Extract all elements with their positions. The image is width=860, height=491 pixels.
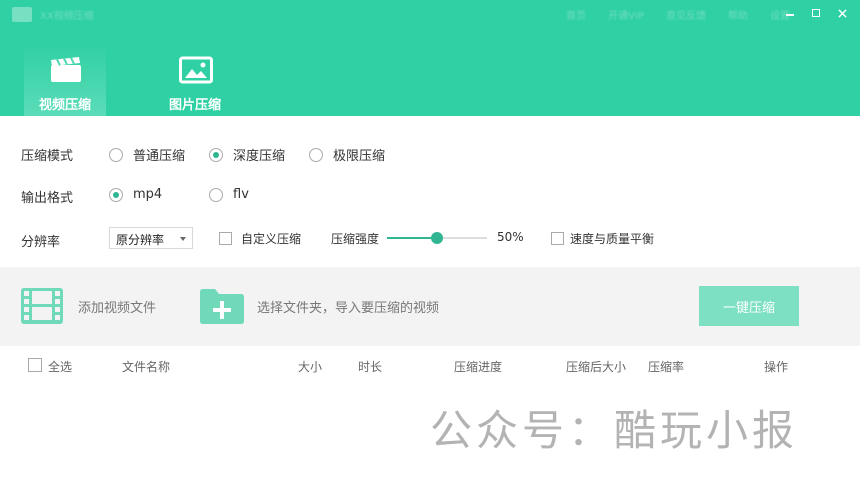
slider-fill <box>387 237 437 239</box>
tab-video-label: 视频压缩 <box>38 98 91 113</box>
resolution-label: 分辨率 <box>21 235 61 250</box>
radio-dot <box>209 187 223 202</box>
tab-video-compress[interactable]: 视频压缩 <box>24 42 106 116</box>
add-folder-label: 选择文件夹，导入要压缩的视频 <box>257 300 440 316</box>
one-click-compress-button[interactable]: 一键压缩 <box>699 286 799 326</box>
strength-slider[interactable] <box>387 231 487 245</box>
custom-compress-checkbox[interactable]: 自定义压缩 <box>219 230 301 247</box>
column-header-ratio: 压缩率 <box>648 360 685 374</box>
checkbox-box <box>219 232 232 245</box>
custom-compress-label: 自定义压缩 <box>241 232 302 246</box>
resolution-value: 原分辨率 <box>116 233 165 247</box>
balance-label: 速度与质量平衡 <box>570 232 655 246</box>
radio-normal-compress[interactable]: 普通压缩 <box>109 145 185 164</box>
close-button[interactable] <box>830 4 854 22</box>
checkbox-box <box>551 232 564 245</box>
top-menu-item-feedback[interactable]: 意见反馈 <box>666 7 706 22</box>
add-video-label: 添加视频文件 <box>78 300 157 316</box>
resolution-select[interactable]: 原分辨率 <box>109 227 193 249</box>
column-header-duration: 时长 <box>358 360 383 374</box>
radio-mp4-label: mp4 <box>133 187 163 202</box>
radio-flv-label: flv <box>233 187 249 202</box>
top-menu-item-vip[interactable]: 开通VIP <box>608 7 644 22</box>
column-header-progress: 压缩进度 <box>454 360 503 374</box>
tab-image-compress[interactable]: 图片压缩 <box>154 42 236 116</box>
image-icon <box>179 56 213 84</box>
select-all-checkbox[interactable] <box>28 358 42 372</box>
radio-format-flv[interactable]: flv <box>209 187 249 202</box>
tab-image-label: 图片压缩 <box>168 98 221 113</box>
compress-mode-label: 压缩模式 <box>21 149 74 164</box>
radio-dot <box>109 147 123 162</box>
top-menu: 首页 开通VIP 意见反馈 帮助 设置 <box>566 7 790 22</box>
column-header-actions: 操作 <box>764 360 789 374</box>
radio-normal-label: 普通压缩 <box>133 149 186 164</box>
minimize-icon <box>786 14 794 16</box>
radio-deep-compress[interactable]: 深度压缩 <box>209 145 285 164</box>
radio-dot <box>109 187 123 202</box>
action-bar: 添加视频文件 选择文件夹，导入要压缩的视频 一键压缩 <box>0 267 860 346</box>
add-video-button[interactable]: 添加视频文件 <box>20 287 156 325</box>
slider-thumb[interactable] <box>431 232 443 244</box>
strength-value: 50% <box>497 230 524 244</box>
maximize-button[interactable] <box>804 4 828 22</box>
select-folder-button[interactable]: 选择文件夹，导入要压缩的视频 <box>199 287 439 325</box>
strength-label: 压缩强度 <box>331 232 380 246</box>
clapperboard-icon <box>51 57 81 82</box>
select-all-label: 全选 <box>48 360 73 374</box>
radio-extreme-compress[interactable]: 极限压缩 <box>309 145 385 164</box>
radio-dot <box>309 147 323 162</box>
column-header-name: 文件名称 <box>122 360 171 374</box>
minimize-button[interactable] <box>778 4 802 22</box>
chevron-down-icon <box>180 237 186 241</box>
balance-checkbox[interactable]: 速度与质量平衡 <box>551 230 654 247</box>
top-menu-item-home[interactable]: 首页 <box>566 7 586 22</box>
radio-deep-label: 深度压缩 <box>233 149 286 164</box>
maximize-icon <box>812 9 820 17</box>
app-title: XX视频压缩 <box>40 11 94 22</box>
radio-format-mp4[interactable]: mp4 <box>109 187 162 202</box>
app-header: XX视频压缩 首页 开通VIP 意见反馈 帮助 设置 视频压缩 图片压缩 <box>0 0 860 116</box>
radio-extreme-label: 极限压缩 <box>333 149 386 164</box>
radio-dot <box>209 147 223 162</box>
top-menu-item-help[interactable]: 帮助 <box>728 7 748 22</box>
watermark: 公众号：酷玩小报 <box>430 406 799 455</box>
app-logo <box>12 7 32 22</box>
column-header-size: 大小 <box>298 360 323 374</box>
folder-add-icon <box>200 289 244 324</box>
film-icon <box>21 288 63 324</box>
close-icon <box>837 8 847 18</box>
output-format-label: 输出格式 <box>21 191 74 206</box>
column-header-compressed-size: 压缩后大小 <box>566 360 627 374</box>
